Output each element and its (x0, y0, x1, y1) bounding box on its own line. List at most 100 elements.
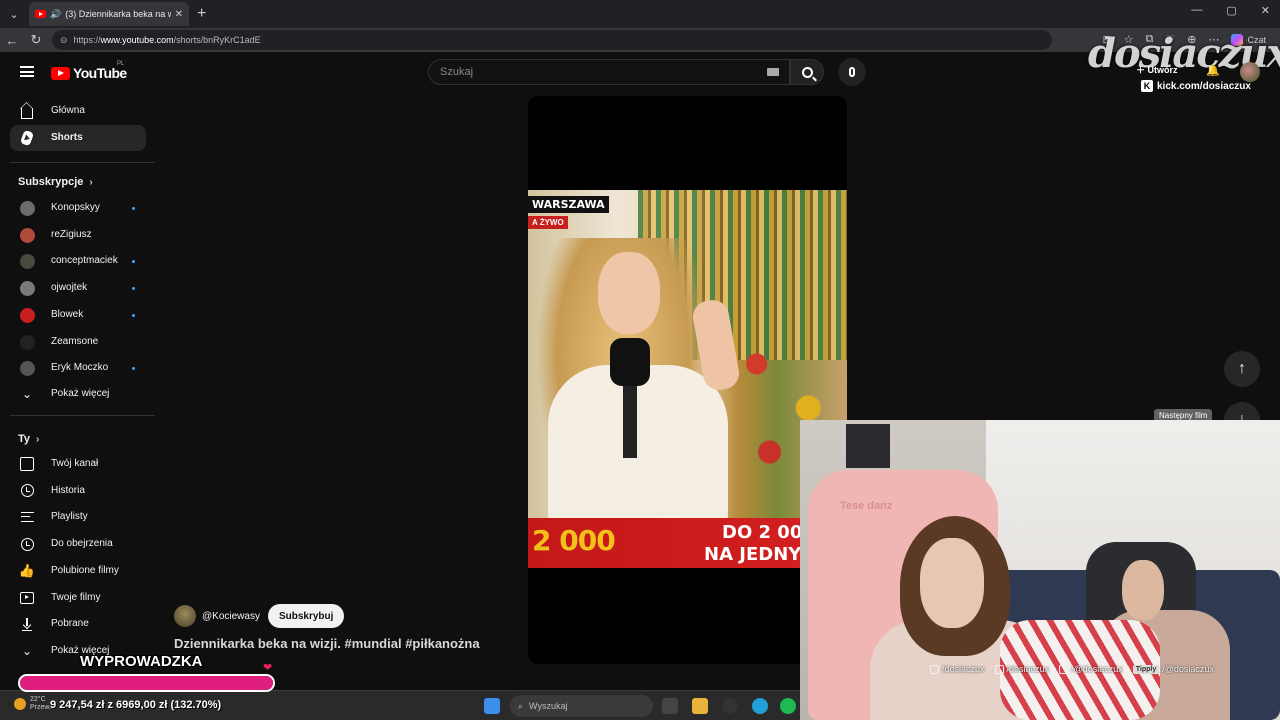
app-icon[interactable] (722, 698, 738, 714)
sidebar-divider (10, 415, 155, 416)
sidebar-item-label: Pokaż więcej (51, 388, 110, 399)
weather-widget[interactable]: 22°C Przew. (14, 696, 51, 712)
you-item[interactable]: Twoje filmy (10, 585, 146, 611)
minimize-button[interactable]: — (1191, 4, 1202, 17)
browser-tab-active[interactable]: 🔊 (3) Dziennikarka beka na wizji ✕ (29, 2, 189, 26)
shorts-icon (19, 129, 35, 147)
show-more-subscriptions[interactable]: ⌄ Pokaż więcej (10, 381, 146, 407)
url-host: www.youtube.com (100, 35, 174, 45)
watch-later-icon (20, 537, 34, 551)
youtube-logo[interactable]: YouTube PL (51, 61, 127, 81)
speaker-icon[interactable]: 🔊 (50, 9, 61, 20)
spotify-icon[interactable] (780, 698, 796, 714)
sidebar-item-label: Do obejrzenia (51, 538, 113, 550)
channel-avatar (20, 307, 35, 323)
site-info-icon[interactable]: ⊝ (60, 35, 68, 46)
close-window-button[interactable]: ✕ (1261, 4, 1270, 17)
playlist-icon (20, 510, 34, 524)
maximize-button[interactable]: ▢ (1226, 4, 1236, 17)
task-view-icon[interactable] (662, 698, 678, 714)
tiktok-icon (994, 664, 1004, 674)
youtube-wordmark: YouTube (73, 65, 127, 81)
cam-shelf (846, 424, 890, 468)
channel-icon (20, 457, 34, 471)
you-item[interactable]: Playlisty (10, 504, 146, 530)
sidebar-item-home[interactable]: Główna (10, 98, 146, 124)
search-icon: ⌕ (518, 700, 524, 711)
you-item[interactable]: Historia (10, 478, 146, 504)
chair-brand-text: Tese danz (840, 500, 893, 512)
subscriptions-title: Subskrypcje (18, 176, 84, 188)
subscription-item[interactable]: ojwojtek (10, 275, 146, 301)
home-icon (20, 104, 34, 119)
goal-progress-fill (20, 676, 273, 690)
guest-face (1122, 560, 1164, 620)
account-avatar[interactable] (1240, 62, 1260, 82)
windows-start-icon[interactable] (484, 698, 500, 714)
url-field[interactable]: ⊝ https://www.youtube.com/shorts/bnRyKrC… (52, 30, 1052, 50)
subscription-item[interactable]: Konopskyy (10, 195, 146, 221)
microphone-prop (610, 338, 650, 458)
new-content-dot (132, 207, 135, 210)
youtube-icon (1059, 664, 1069, 674)
ticker-line-2: NA JEDNY (704, 544, 802, 565)
menu-icon[interactable] (20, 66, 34, 77)
create-button[interactable]: ＋ Utwórz (1136, 63, 1178, 76)
you-item[interactable]: Do obejrzenia (10, 531, 146, 557)
sidebar-item-label: Twój kanał (51, 458, 99, 469)
subscription-item[interactable]: Blowek (10, 302, 146, 328)
voice-search-button[interactable] (838, 58, 866, 86)
previous-video-button[interactable]: ↑ (1224, 351, 1260, 387)
subscription-item[interactable]: reZigiusz (10, 222, 146, 248)
window-controls: — ▢ ✕ (1191, 4, 1270, 17)
new-tab-button[interactable]: + (197, 5, 206, 23)
channel-name[interactable]: @Kociewasy (202, 611, 260, 622)
heart-icon: ❤ (263, 662, 273, 674)
channel-avatar (20, 254, 35, 270)
subscriptions-heading[interactable]: Subskrypcje › (18, 176, 93, 188)
subscribe-button[interactable]: Subskrybuj (267, 604, 345, 628)
subscription-item[interactable]: Zeamsone (10, 329, 146, 355)
tab-close-icon[interactable]: ✕ (175, 9, 183, 20)
sidebar-item-label: Playlisty (51, 511, 88, 523)
kick-icon: K (1141, 80, 1153, 92)
sidebar-item-shorts[interactable]: Shorts (10, 125, 146, 151)
social-handles: /dosiaczux /dosiaczux /@dosiaczux Tipply… (930, 664, 1214, 674)
channel-avatar (20, 201, 35, 216)
channel-avatar[interactable] (174, 605, 196, 627)
sidebar-divider (10, 162, 155, 163)
keyboard-icon[interactable] (767, 68, 779, 76)
taskbar-search[interactable]: ⌕ Wyszukaj (510, 695, 653, 717)
new-content-dot (132, 367, 135, 371)
arrow-up-icon: ↑ (1238, 360, 1246, 377)
subscription-item[interactable]: Eryk Moczko (10, 355, 146, 381)
chevron-down-icon: ⌄ (21, 644, 33, 658)
search-input[interactable]: Szukaj (428, 59, 790, 85)
sidebar-item-label: Blowek (51, 308, 84, 320)
tab-list-button[interactable]: ⌄ (3, 3, 25, 25)
you-item[interactable]: Twój kanał (10, 451, 146, 477)
edge-browser-icon[interactable] (752, 698, 768, 714)
sidebar-item-label: conceptmaciek (51, 255, 118, 267)
webcam-overlay: Tese danz /dosiaczux /dosiaczux /@dosiac… (800, 420, 1280, 720)
you-heading[interactable]: Ty › (18, 433, 39, 445)
youtube-handle: /@dosiaczux (1059, 664, 1123, 674)
you-item[interactable]: 👍 Polubione filmy (10, 558, 146, 584)
short-title[interactable]: Dziennikarka beka na wizji. #mundial #pi… (174, 636, 480, 651)
file-explorer-icon[interactable] (692, 698, 708, 714)
back-icon[interactable]: ← (0, 33, 24, 48)
you-title: Ty (18, 433, 31, 445)
goal-progress-bar (18, 674, 275, 692)
region-code: PL (117, 61, 125, 67)
new-content-dot (132, 260, 135, 264)
sidebar-item-label: Pobrane (51, 618, 89, 630)
you-item[interactable]: Pobrane (10, 611, 146, 637)
refresh-icon[interactable]: ↻ (24, 32, 48, 48)
search-button[interactable] (790, 59, 824, 85)
new-content-dot (132, 313, 135, 317)
tipply-icon: Tipply (1132, 664, 1160, 674)
sidebar-item-label: Eryk Moczko (51, 362, 109, 374)
sidebar-item-label: Polubione filmy (51, 564, 119, 576)
subscription-item[interactable]: conceptmaciek (10, 248, 146, 274)
notifications-bell-icon[interactable]: 🔔 (1206, 64, 1220, 77)
